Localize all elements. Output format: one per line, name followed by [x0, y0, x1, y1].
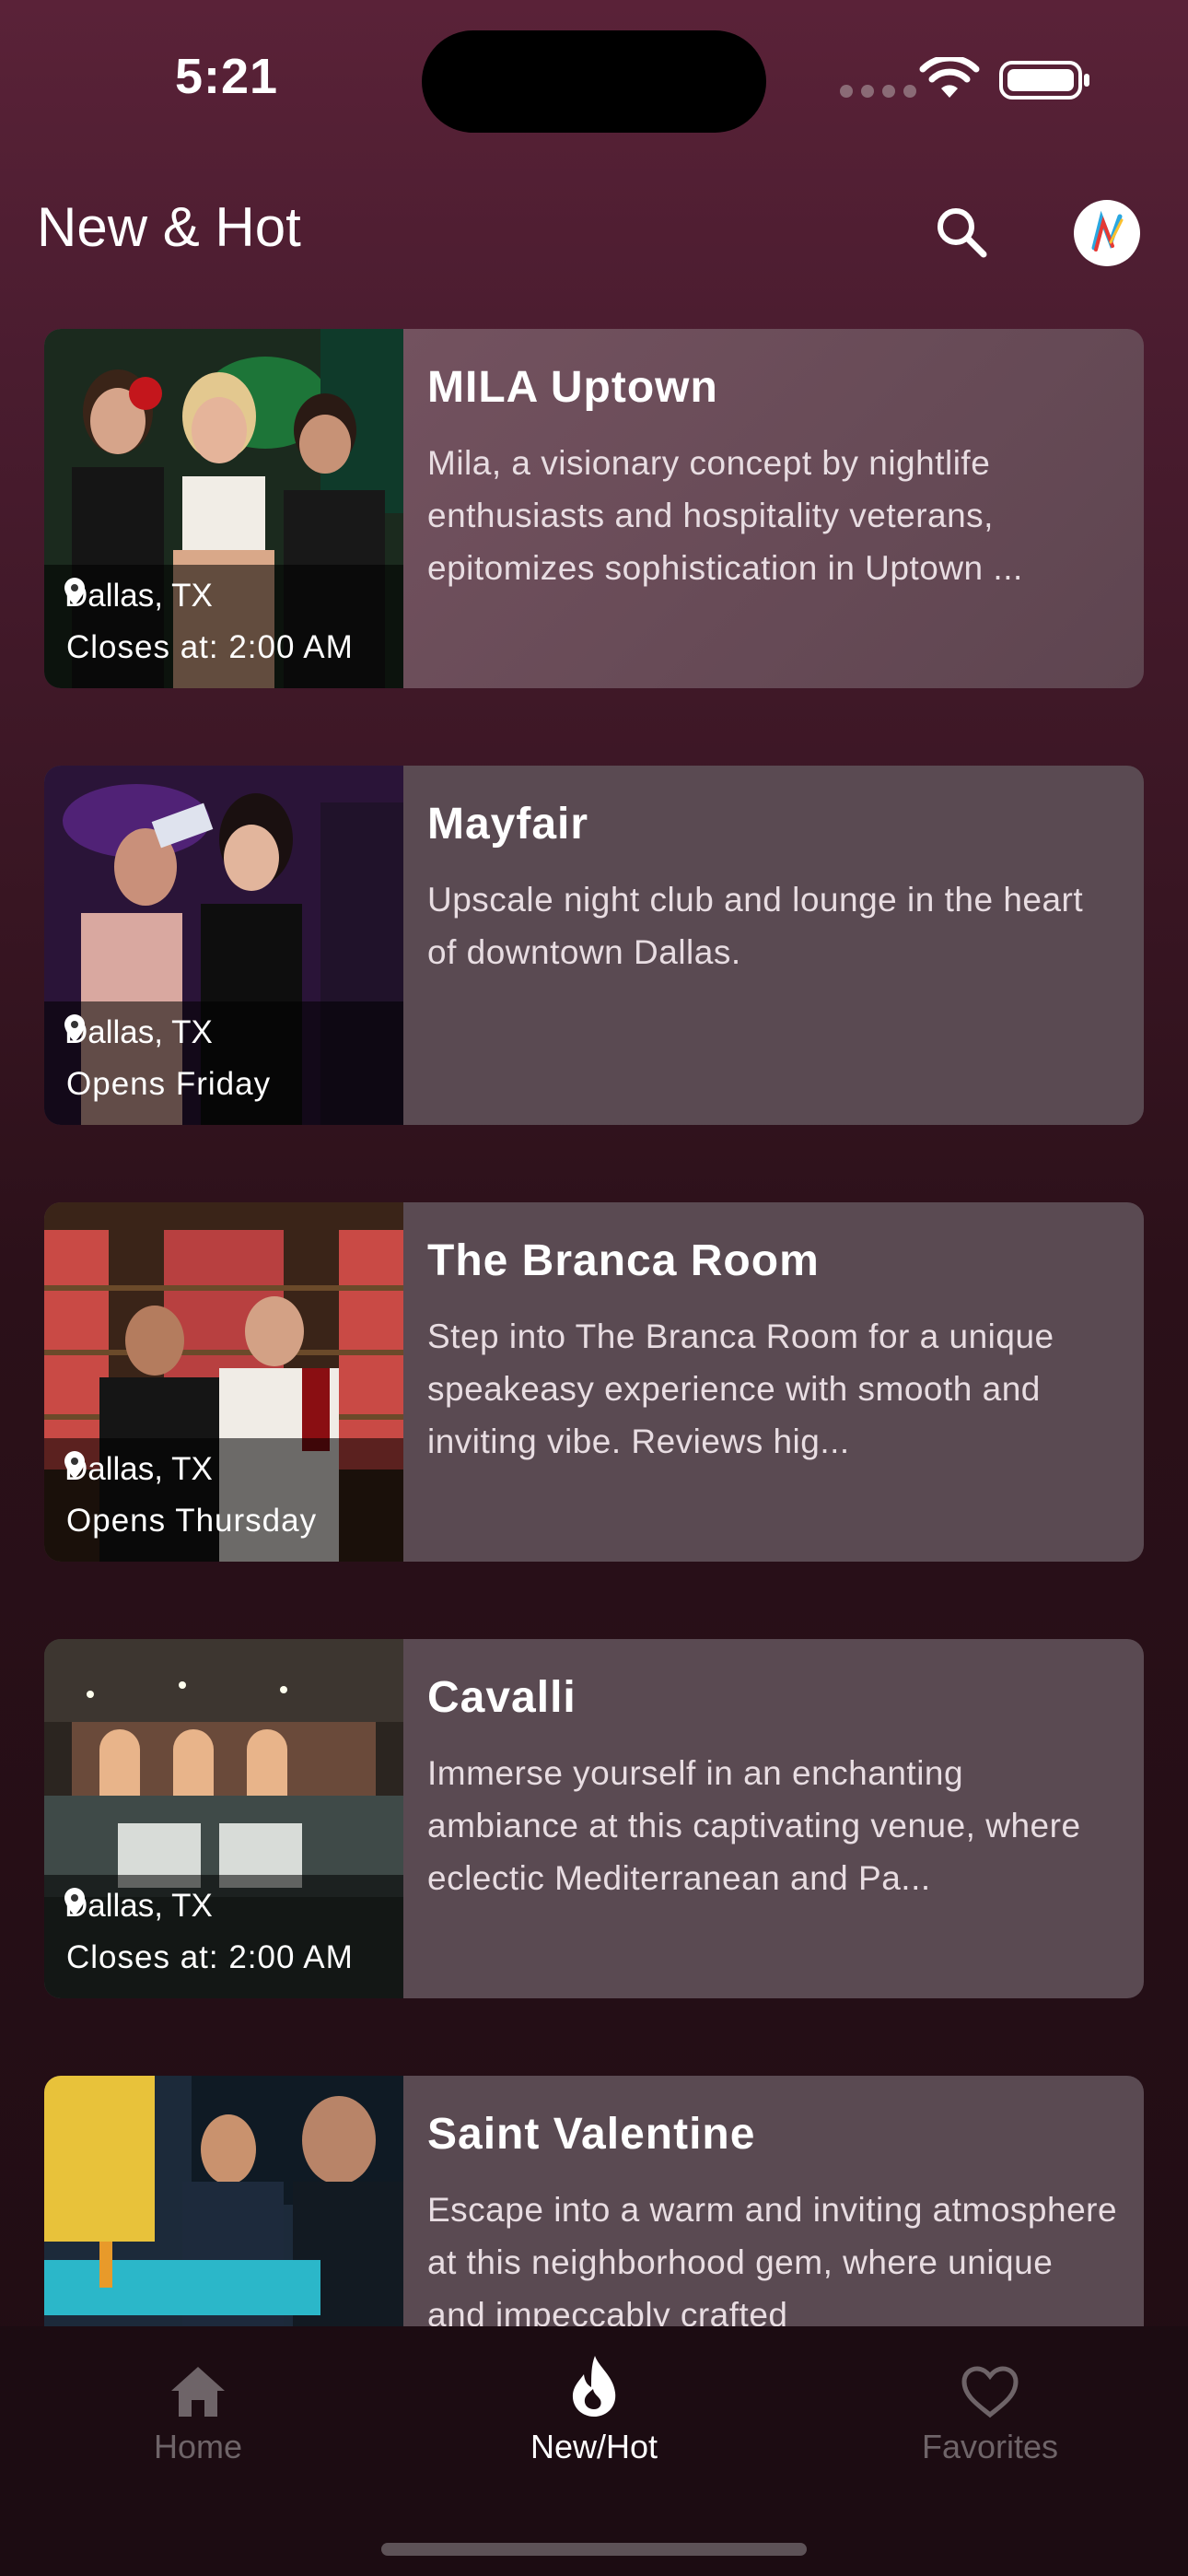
venue-description: Immerse yourself in an enchanting ambian… — [427, 1754, 1081, 1897]
home-icon — [171, 2367, 225, 2417]
venue-description: Mila, a visionary concept by nightlife e… — [427, 444, 1023, 587]
venue-location: Dallas, TX — [64, 578, 213, 614]
venue-location: Dallas, TX — [64, 1451, 213, 1487]
venue-hours: Opens Thursday — [66, 1503, 318, 1539]
tab-label: Home — [153, 2428, 243, 2465]
status-time: 5:21 — [175, 49, 279, 104]
venue-card[interactable]: Dallas, TX Closes at: 2:00 AM Cavalli Im… — [44, 1639, 1144, 1998]
venue-card[interactable]: Dallas, TX Opens Friday Mayfair Upscale … — [44, 766, 1144, 1125]
signal-icon — [840, 85, 916, 98]
tab-bar: Home New/Hot Favorites — [0, 2326, 1188, 2576]
brand-logo-icon — [1091, 210, 1124, 252]
wifi-icon — [919, 57, 980, 98]
venue-list[interactable]: Dallas, TX Closes at: 2:00 AM MILA Uptow… — [44, 329, 1144, 2326]
venue-card[interactable]: Dallas, TX Opens Thursday The Branca Roo… — [44, 1202, 1144, 1562]
venue-location: Dallas, TX — [64, 1888, 213, 1924]
flame-icon — [572, 2356, 616, 2417]
location-pin-icon — [64, 1014, 85, 1042]
tab-home[interactable]: Home — [60, 2354, 336, 2466]
venue-photo: Dallas, TX Opens Friday — [44, 766, 403, 1125]
location-pin-icon — [64, 578, 85, 605]
venue-description: Escape into a warm and inviting atmosphe… — [427, 2191, 1118, 2326]
search-icon[interactable] — [930, 201, 995, 265]
venue-location: Dallas, TX — [64, 1014, 213, 1050]
home-indicator[interactable] — [381, 2543, 807, 2556]
profile-avatar[interactable] — [1074, 200, 1140, 266]
tab-new-hot[interactable]: New/Hot — [456, 2354, 732, 2466]
venue-name: Mayfair — [427, 800, 589, 849]
venue-description: Upscale night club and lounge in the hea… — [427, 881, 1084, 971]
venue-name: MILA Uptown — [427, 363, 718, 412]
venue-card[interactable]: Dallas, TX Closes at: 2:00 AM MILA Uptow… — [44, 329, 1144, 688]
battery-icon — [999, 61, 1089, 100]
venue-hours: Closes at: 2:00 AM — [66, 1939, 354, 1975]
venue-photo — [44, 2076, 403, 2326]
status-bar: 5:21 — [0, 0, 1188, 157]
venue-photo: Dallas, TX Closes at: 2:00 AM — [44, 1639, 403, 1998]
heart-icon — [961, 2366, 1019, 2418]
venue-description: Step into The Branca Room for a unique s… — [427, 1317, 1054, 1460]
venue-name: The Branca Room — [427, 1236, 820, 1285]
venue-photo: Dallas, TX Closes at: 2:00 AM — [44, 329, 403, 688]
tab-favorites[interactable]: Favorites — [852, 2354, 1128, 2466]
location-pin-icon — [64, 1451, 85, 1479]
venue-card[interactable]: Saint Valentine Escape into a warm and i… — [44, 2076, 1144, 2326]
venue-name: Saint Valentine — [427, 2110, 756, 2159]
venue-name: Cavalli — [427, 1673, 577, 1722]
location-pin-icon — [64, 1888, 85, 1915]
venue-hours: Opens Friday — [66, 1066, 272, 1102]
page-title: New & Hot — [37, 196, 301, 258]
tab-label: Favorites — [921, 2428, 1059, 2465]
dynamic-island — [422, 30, 766, 133]
venue-hours: Closes at: 2:00 AM — [66, 629, 354, 665]
tab-label: New/Hot — [530, 2428, 658, 2465]
venue-photo: Dallas, TX Opens Thursday — [44, 1202, 403, 1562]
